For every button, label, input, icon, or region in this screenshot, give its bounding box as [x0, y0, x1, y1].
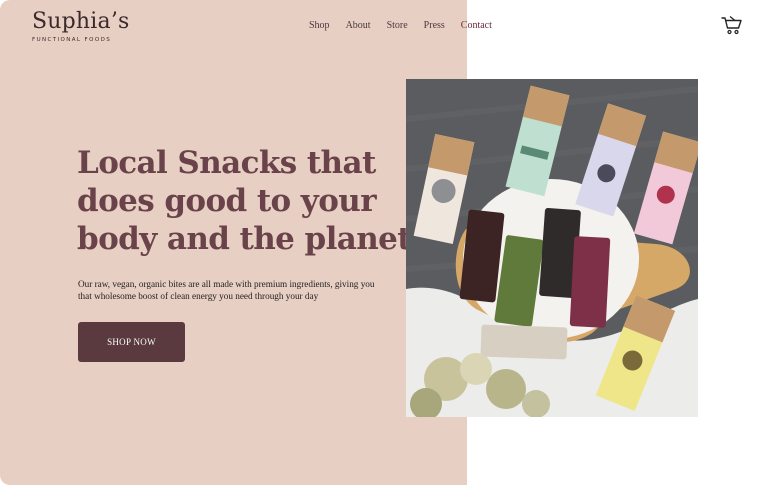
landing-page: Suphia’s FUNCTIONAL FOODS Shop About Sto… — [0, 0, 775, 485]
nav-link-about[interactable]: About — [346, 20, 371, 31]
hero-title-line-2: does good to your — [77, 183, 377, 219]
brand-logo[interactable]: Suphia’s FUNCTIONAL FOODS — [32, 9, 130, 43]
hero-title-line-3: body and the planet — [77, 221, 412, 257]
nav-link-store[interactable]: Store — [387, 20, 408, 31]
hero-description: Our raw, vegan, organic bites are all ma… — [78, 279, 375, 301]
hero-title-line-1: Local Snacks that — [77, 145, 376, 181]
nav-link-contact[interactable]: Contact — [461, 20, 492, 31]
main-nav: Shop About Store Press Contact — [309, 20, 508, 31]
shop-now-button[interactable]: SHOP NOW — [78, 322, 185, 362]
hero-title: Local Snacks that does good to your body… — [77, 144, 412, 258]
brand-name: Suphia’s — [32, 9, 130, 34]
nav-link-press[interactable]: Press — [424, 20, 445, 31]
brand-tagline: FUNCTIONAL FOODS — [32, 37, 112, 43]
nav-link-shop[interactable]: Shop — [309, 20, 330, 31]
product-photo — [406, 79, 698, 417]
shopping-cart-icon[interactable] — [721, 15, 743, 35]
